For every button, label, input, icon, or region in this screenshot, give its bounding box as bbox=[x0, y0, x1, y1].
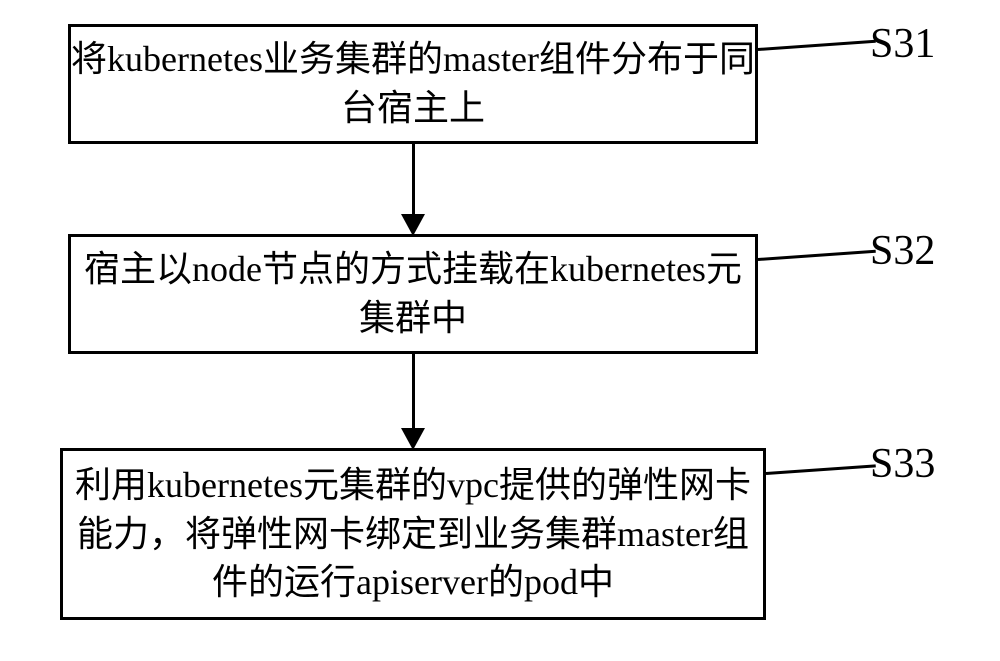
step-box-s32: 宿主以node节点的方式挂载在kubernetes元集群中 bbox=[68, 234, 758, 354]
step-text: 将kubernetes业务集群的master组件分布于同台宿主上 bbox=[71, 35, 755, 132]
label-connector bbox=[758, 250, 876, 261]
step-box-s31: 将kubernetes业务集群的master组件分布于同台宿主上 bbox=[68, 24, 758, 144]
label-connector bbox=[766, 464, 876, 475]
arrow-head-icon bbox=[401, 428, 425, 450]
step-label-s32: S32 bbox=[870, 227, 935, 275]
step-text: 利用kubernetes元集群的vpc提供的弹性网卡能力，将弹性网卡绑定到业务集… bbox=[63, 461, 763, 607]
label-connector bbox=[758, 40, 876, 51]
step-box-s33: 利用kubernetes元集群的vpc提供的弹性网卡能力，将弹性网卡绑定到业务集… bbox=[60, 448, 766, 620]
arrow-head-icon bbox=[401, 214, 425, 236]
arrow-shaft bbox=[412, 354, 415, 434]
step-text: 宿主以node节点的方式挂载在kubernetes元集群中 bbox=[71, 245, 755, 342]
step-label-s31: S31 bbox=[870, 20, 935, 68]
step-label-s33: S33 bbox=[870, 440, 935, 488]
arrow-shaft bbox=[412, 144, 415, 220]
